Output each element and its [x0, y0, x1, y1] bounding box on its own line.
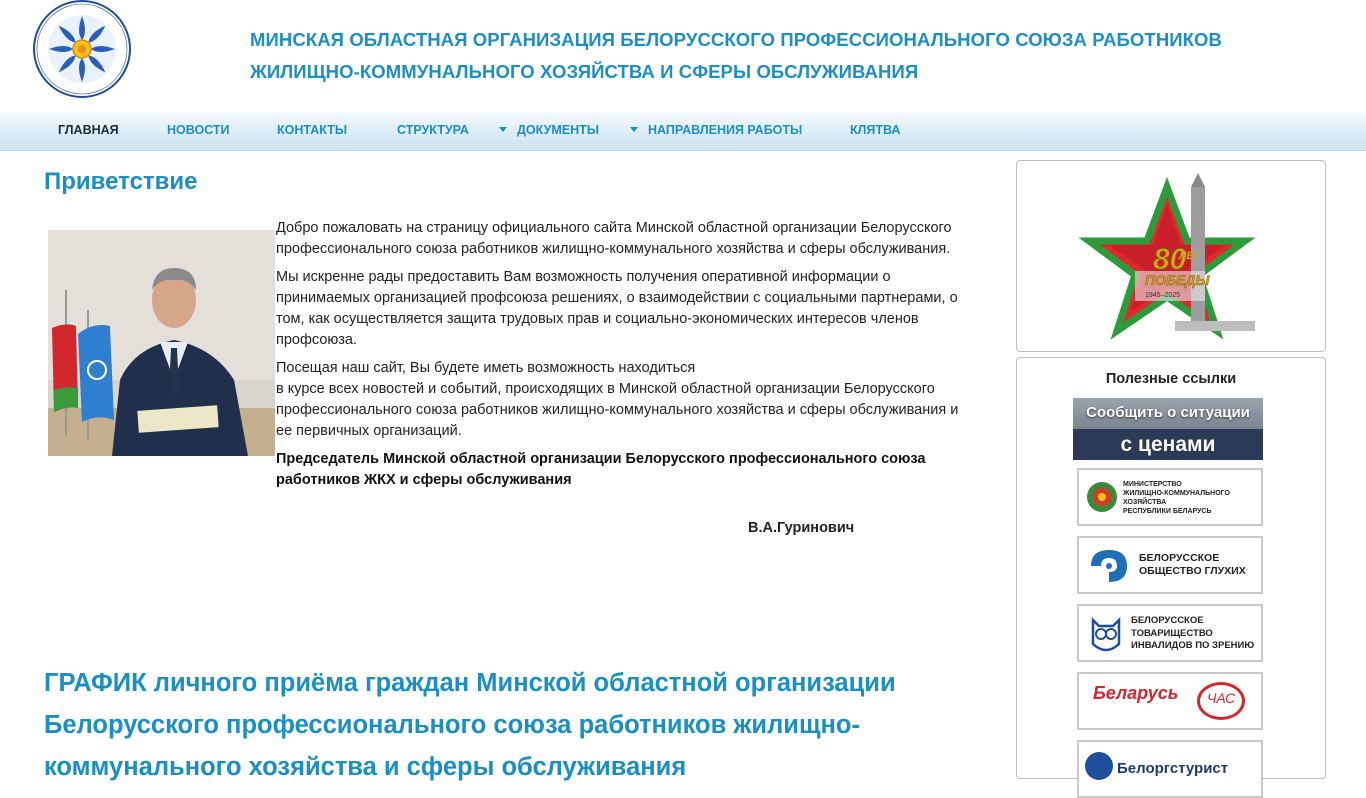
chairman-signature: В.А.Гуринович — [748, 520, 855, 536]
site-title-line1: МИНСКАЯ ОБЛАСТНАЯ ОРГАНИЗАЦИЯ БЕЛОРУССКО… — [250, 29, 1223, 50]
greeting-paragraph-1: Добро пожаловать на страницу официальног… — [276, 220, 952, 257]
belorgsturist-text: Белоргстурист — [1117, 760, 1229, 777]
ministry-line3: РЕСПУБЛИКИ БЕЛАРУСЬ — [1123, 508, 1212, 515]
victory-banner-box: 80 ЛЕТ ПОБЕДЫ 1945–2025 — [1016, 160, 1326, 352]
nav-item-contacts[interactable]: КОНТАКТЫ — [277, 123, 347, 137]
greeting-paragraph-3: Посещая наш сайт, Вы будете иметь возмож… — [276, 358, 976, 442]
ministry-text: МИНИСТЕРСТВО ЖИЛИЩНО-КОММУНАЛЬНОГО ХОЗЯЙ… — [1123, 480, 1261, 516]
belarus-emblem-icon — [1087, 482, 1117, 512]
ministry-line2: ЖИЛИЩНО-КОММУНАЛЬНОГО ХОЗЯЙСТВА — [1123, 490, 1230, 506]
useful-links-title: Полезные ссылки — [1105, 371, 1237, 387]
victory-word-bottom: ПОБЕДЫ — [1145, 272, 1210, 288]
chairman-photo — [48, 230, 275, 456]
link-ministry-housing[interactable]: МИНИСТЕРСТВО ЖИЛИЩНО-КОММУНАЛЬНОГО ХОЗЯЙ… — [1077, 468, 1263, 526]
nav-item-directions-label: НАПРАВЛЕНИЯ РАБОТЫ — [648, 123, 803, 137]
greeting-paragraph-3-rest: в курсе всех новостей и событий, происхо… — [276, 381, 959, 439]
victory-80-banner[interactable]: 80 ЛЕТ ПОБЕДЫ 1945–2025 — [1075, 171, 1265, 341]
victory-years: 1945–2025 — [1145, 292, 1180, 299]
greeting-title: Приветствие — [44, 168, 198, 195]
nav-item-documents[interactable]: ДОКУМЕНТЫ — [499, 123, 599, 137]
site-title-line2: ЖИЛИЩНО-КОММУНАЛЬНОГО ХОЗЯЙСТВА И СФЕРЫ … — [250, 61, 919, 82]
victory-word-top: ЛЕТ — [1178, 250, 1202, 262]
useful-links-box: Полезные ссылки Сообщить о ситуации с це… — [1016, 357, 1326, 798]
link-visually-impaired-society[interactable]: БЕЛОРУССКОЕ ТОВАРИЩЕСТВО ИНВАЛИДОВ ПО ЗР… — [1077, 604, 1263, 662]
ministry-line1: МИНИСТЕРСТВО — [1123, 481, 1182, 488]
link-deaf-society[interactable]: БЕЛОРУССКОЕ ОБЩЕСТВО ГЛУХИХ — [1077, 536, 1263, 594]
nav-item-structure[interactable]: СТРУКТУРА — [397, 123, 469, 137]
report-prices-banner[interactable]: Сообщить о ситуации с ценами — [1073, 398, 1263, 460]
link-belorgsturist[interactable]: Белоргстурист — [1077, 740, 1263, 798]
deaf-society-line1: БЕЛОРУССКОЕ — [1139, 552, 1220, 564]
deaf-society-text: БЕЛОРУССКОЕ ОБЩЕСТВО ГЛУХИХ — [1139, 552, 1246, 578]
report-banner-line2: с ценами — [1120, 433, 1216, 456]
site-title: МИНСКАЯ ОБЛАСТНАЯ ОРГАНИЗАЦИЯ БЕЛОРУССКО… — [250, 24, 1300, 88]
visually-impaired-line1: БЕЛОРУССКОЕ — [1131, 615, 1204, 626]
deaf-society-logo-icon — [1091, 550, 1127, 582]
belarus-chas-line2: ЧАС — [1207, 690, 1236, 706]
chairman-title: Председатель Минской областной организац… — [276, 451, 926, 488]
nav-item-oath[interactable]: КЛЯТВА — [850, 123, 900, 137]
visually-impaired-line2: ТОВАРИЩЕСТВО — [1131, 627, 1213, 639]
main-nav: ГЛАВНАЯ НОВОСТИ КОНТАКТЫ СТРУКТУРА ДОКУМ… — [0, 112, 1366, 151]
greeting-text: Добро пожаловать на страницу официальног… — [276, 218, 976, 498]
nav-item-home[interactable]: ГЛАВНАЯ — [58, 123, 119, 137]
schedule-title[interactable]: ГРАФИК личного приёма граждан Минской об… — [44, 662, 984, 788]
deaf-society-line2: ОБЩЕСТВО ГЛУХИХ — [1139, 565, 1246, 577]
belarus-chas-line1: Беларусь — [1093, 683, 1179, 703]
visually-impaired-line3: ИНВАЛИДОВ ПО ЗРЕНИЮ — [1131, 640, 1255, 651]
nav-item-directions[interactable]: НАПРАВЛЕНИЯ РАБОТЫ — [630, 123, 802, 137]
nav-item-documents-label: ДОКУМЕНТЫ — [517, 123, 599, 137]
visually-impaired-text: БЕЛОРУССКОЕ ТОВАРИЩЕСТВО ИНВАЛИДОВ ПО ЗР… — [1131, 615, 1254, 653]
caret-down-icon — [499, 127, 507, 132]
link-belarus-chas[interactable]: Беларусь ЧАС — [1077, 672, 1263, 730]
caret-down-icon — [630, 127, 638, 132]
greeting-paragraph-3-line1: Посещая наш сайт, Вы будете иметь возмож… — [276, 360, 696, 376]
greeting-paragraph-2: Мы искренне рады предоставить Вам возмож… — [276, 269, 958, 348]
report-banner-line1: Сообщить о ситуации — [1086, 404, 1250, 421]
nav-item-news[interactable]: НОВОСТИ — [167, 123, 230, 137]
site-header: МИНСКАЯ ОБЛАСТНАЯ ОРГАНИЗАЦИЯ БЕЛОРУССКО… — [0, 0, 1366, 110]
union-logo[interactable] — [30, 0, 134, 100]
globe-icon — [1085, 752, 1113, 780]
owl-logo-icon — [1091, 616, 1121, 652]
main-content: Приветствие Добро пожаловать на страницу… — [0, 150, 1000, 781]
